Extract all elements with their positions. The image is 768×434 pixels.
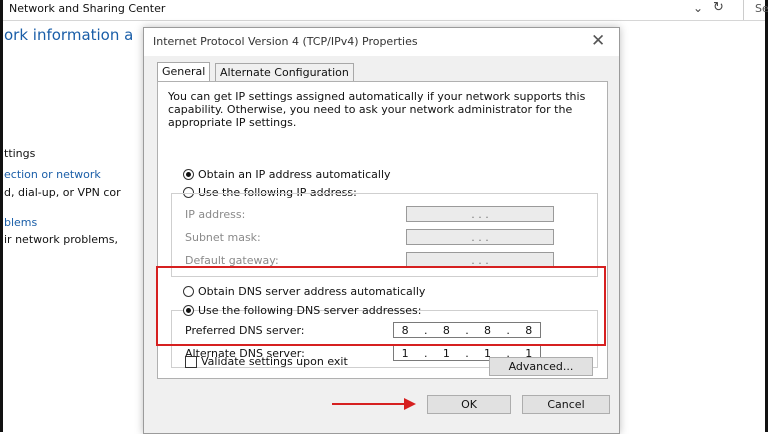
ipv4-properties-dialog: Internet Protocol Version 4 (TCP/IPv4) P… <box>143 27 620 434</box>
explorer-title: Network and Sharing Center <box>9 2 166 15</box>
tab-alternate-configuration[interactable]: Alternate Configuration <box>215 63 354 82</box>
dns-highlight-box <box>156 266 606 346</box>
ok-button[interactable]: OK <box>427 395 511 414</box>
page-heading: ork information a <box>4 26 134 44</box>
annotation-arrow <box>332 403 406 405</box>
checkbox-icon[interactable] <box>185 355 197 368</box>
search-input[interactable]: Se <box>755 2 768 15</box>
refresh-icon[interactable]: ↻ <box>713 0 724 15</box>
troubleshoot-link[interactable]: blems <box>4 216 37 229</box>
advanced-button[interactable]: Advanced... <box>489 357 593 376</box>
ip-address-field[interactable]: . . . <box>406 206 554 222</box>
setup-connection-desc: d, dial-up, or VPN cor <box>4 186 121 199</box>
explorer-address-bar: Network and Sharing Center ⌄ ↻ Se <box>3 0 768 21</box>
dialog-title: Internet Protocol Version 4 (TCP/IPv4) P… <box>153 35 418 48</box>
dialog-titlebar: Internet Protocol Version 4 (TCP/IPv4) P… <box>144 28 619 56</box>
octet: 1 <box>401 346 409 360</box>
validate-settings-checkbox[interactable]: Validate settings upon exit <box>185 355 348 368</box>
subnet-mask-field[interactable]: . . . <box>406 229 554 245</box>
cancel-button[interactable]: Cancel <box>522 395 610 414</box>
tab-general[interactable]: General <box>157 62 211 82</box>
radio-selected-icon[interactable] <box>183 169 194 180</box>
arrow-right-icon <box>404 398 416 410</box>
validate-label: Validate settings upon exit <box>201 355 348 368</box>
octet: 1 <box>442 346 450 360</box>
frame-left <box>0 0 3 432</box>
troubleshoot-desc: ir network problems, <box>4 233 118 246</box>
chevron-down-icon[interactable]: ⌄ <box>693 1 703 15</box>
radio-obtain-ip-auto[interactable]: Obtain an IP address automatically <box>183 168 391 181</box>
setup-connection-link[interactable]: ection or network <box>4 168 101 181</box>
subnet-mask-label: Subnet mask: <box>185 231 261 244</box>
settings-label: ttings <box>4 147 36 160</box>
ip-address-label: IP address: <box>185 208 246 221</box>
close-icon[interactable]: ✕ <box>591 31 605 51</box>
radio-label: Obtain an IP address automatically <box>198 168 391 181</box>
info-text: You can get IP settings assigned automat… <box>168 90 586 129</box>
